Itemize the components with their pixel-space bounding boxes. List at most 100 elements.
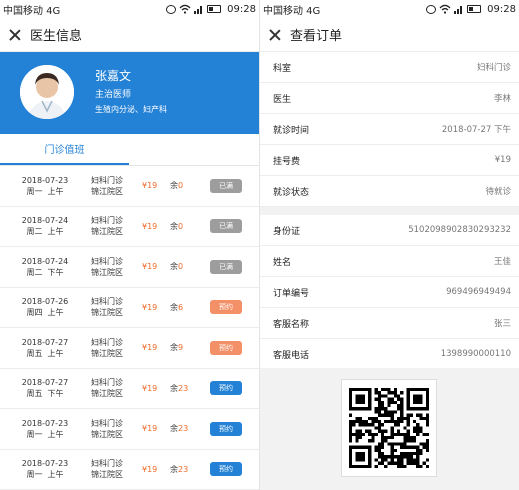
schedule-remaining: 余0	[170, 221, 210, 232]
page-title: 查看订单	[290, 29, 343, 44]
schedule-weekday: 周二	[26, 227, 43, 237]
remaining-count: 0	[178, 181, 184, 191]
schedule-day-period: 周二 上午	[0, 226, 90, 237]
schedule-date-cell: 2018-07-23 周一 上午	[0, 175, 90, 197]
info-row: 就诊状态 待就诊	[260, 176, 519, 207]
schedule-action-cell: 预约	[210, 381, 259, 396]
doctor-header: 张嘉文 主治医师 生殖内分泌、妇产科	[0, 52, 259, 134]
schedule-day-period: 周五 下午	[0, 388, 90, 399]
book-button[interactable]: 预约	[210, 421, 242, 436]
close-icon[interactable]	[6, 26, 24, 44]
close-icon[interactable]	[266, 26, 284, 44]
nav-bar: 查看订单	[260, 18, 519, 52]
remaining-prefix: 余	[170, 262, 178, 272]
remaining-prefix: 余	[170, 302, 178, 312]
schedule-row: 2018-07-26 周四 上午 妇科门诊 锦江院区 ¥19 余6 预约	[0, 287, 259, 328]
remaining-count: 0	[178, 221, 184, 231]
schedule-day-period: 周五 上午	[0, 348, 90, 359]
schedule-remaining: 余9	[170, 342, 210, 353]
schedule-dept-cell: 妇科门诊 锦江院区	[90, 337, 142, 359]
schedule-action-cell: 预约	[210, 421, 259, 436]
battery-icon	[467, 5, 482, 13]
info-label: 科室	[273, 63, 292, 74]
schedule-campus: 锦江院区	[91, 267, 123, 277]
info-label: 医生	[273, 94, 292, 105]
schedule-remaining: 余23	[170, 423, 210, 434]
avatar	[20, 65, 74, 119]
schedule-campus: 锦江院区	[91, 389, 123, 399]
tab-clinic-schedule[interactable]: 门诊值班	[0, 134, 129, 165]
carrier-label: 中国移动 4G	[3, 5, 61, 17]
info-value: 王佳	[493, 257, 511, 267]
schedule-campus: 锦江院区	[91, 348, 123, 358]
schedule-remaining: 余6	[170, 302, 210, 313]
info-row: 身份证 5102098902830293232	[260, 215, 519, 246]
schedule-date: 2018-07-27	[21, 378, 69, 388]
schedule-row: 2018-07-24 周二 上午 妇科门诊 锦江院区 ¥19 余0 已满	[0, 206, 259, 247]
info-row: 客服电话 1398990000110	[260, 339, 519, 370]
schedule-row: 2018-07-24 周二 下午 妇科门诊 锦江院区 ¥19 余0 已满	[0, 247, 259, 288]
schedule-day-period: 周一 上午	[0, 429, 90, 440]
carrier-label: 中国移动 4G	[263, 5, 321, 17]
schedule-date: 2018-07-24	[21, 256, 69, 266]
info-value: 1398990000110	[440, 349, 511, 359]
schedule-campus: 锦江院区	[91, 429, 123, 439]
info-value: 5102098902830293232	[408, 225, 511, 235]
schedule-period: 下午	[47, 389, 64, 399]
schedule-date: 2018-07-24	[21, 216, 69, 226]
schedule-remaining: 余0	[170, 180, 210, 191]
schedule-period: 上午	[47, 470, 64, 480]
book-button[interactable]: 预约	[210, 381, 242, 396]
schedule-date-cell: 2018-07-26 周四 上午	[0, 296, 90, 318]
schedule-dept: 妇科门诊	[91, 297, 123, 307]
remaining-prefix: 余	[170, 383, 178, 393]
status-icons: 09:28	[166, 4, 256, 15]
info-value: 张三	[493, 319, 511, 329]
schedule-weekday: 周四	[26, 308, 43, 318]
schedule-action-cell: 预约	[210, 462, 259, 477]
schedule-dept: 妇科门诊	[91, 256, 123, 266]
schedule-action-cell: 已满	[210, 219, 259, 234]
page-title: 医生信息	[30, 29, 83, 44]
schedule-fee: ¥19	[142, 343, 158, 353]
schedule-remaining: 余0	[170, 261, 210, 272]
remaining-count: 9	[178, 343, 184, 353]
book-button[interactable]: 预约	[210, 462, 242, 477]
info-row: 姓名 王佳	[260, 246, 519, 277]
info-row: 医生 李林	[260, 83, 519, 114]
schedule-campus: 锦江院区	[91, 227, 123, 237]
info-label: 身份证	[273, 226, 301, 237]
doctor-specialty: 生殖内分泌、妇产科	[95, 105, 167, 114]
schedule-dept: 妇科门诊	[91, 175, 123, 185]
tab-bar: 门诊值班	[0, 134, 259, 166]
schedule-dept-cell: 妇科门诊 锦江院区	[90, 175, 142, 197]
schedule-dept: 妇科门诊	[91, 378, 123, 388]
schedule-date: 2018-07-26	[21, 297, 69, 307]
schedule-date-cell: 2018-07-24 周二 上午	[0, 215, 90, 237]
schedule-dept: 妇科门诊	[91, 459, 123, 469]
schedule-period: 上午	[47, 348, 64, 358]
schedule-campus: 锦江院区	[91, 186, 123, 196]
schedule-action-cell: 预约	[210, 300, 259, 315]
remaining-prefix: 余	[170, 221, 178, 231]
book-button[interactable]: 预约	[210, 300, 242, 315]
schedule-remaining: 余23	[170, 464, 210, 475]
schedule-dept-cell: 妇科门诊 锦江院区	[90, 458, 142, 480]
schedule-day-period: 周一 上午	[0, 186, 90, 197]
visit-info-group: 科室 妇科门诊 医生 李林 就诊时间 2018-07-27 下午 挂号费 ¥19 就诊状态 待就诊	[260, 52, 519, 207]
info-label: 订单编号	[273, 288, 310, 299]
clock: 09:28	[227, 3, 256, 15]
schedule-row: 2018-07-23 周一 上午 妇科门诊 锦江院区 ¥19 余0 已满	[0, 166, 259, 207]
full-button: 已满	[210, 178, 242, 193]
book-button[interactable]: 预约	[210, 340, 242, 355]
schedule-dept-cell: 妇科门诊 锦江院区	[90, 215, 142, 237]
schedule-fee: ¥19	[142, 424, 158, 434]
status-bar: 中国移动 4G 09:28	[260, 0, 519, 18]
schedule-date: 2018-07-23	[21, 459, 69, 469]
schedule-day-period: 周一 上午	[0, 469, 90, 480]
schedule-day-period: 周四 上午	[0, 307, 90, 318]
full-button: 已满	[210, 259, 242, 274]
schedule-action-cell: 预约	[210, 340, 259, 355]
remaining-count: 23	[178, 424, 189, 434]
remaining-prefix: 余	[170, 464, 178, 474]
